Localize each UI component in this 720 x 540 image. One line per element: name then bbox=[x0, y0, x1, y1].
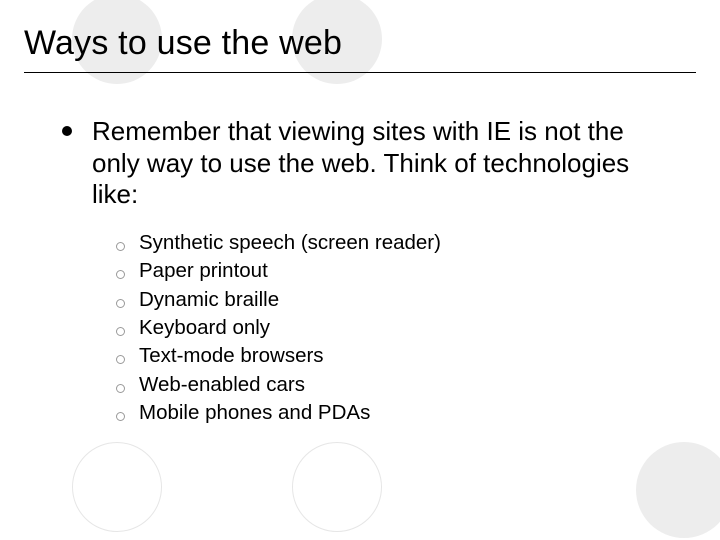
list-item: Paper printout bbox=[116, 257, 678, 285]
list-item: Dynamic braille bbox=[116, 286, 678, 314]
slide-title: Ways to use the web bbox=[24, 24, 342, 63]
decorative-circle bbox=[292, 442, 382, 532]
list-item: Text-mode browsers bbox=[116, 342, 678, 370]
list-item: Synthetic speech (screen reader) bbox=[116, 229, 678, 257]
title-underline bbox=[24, 72, 696, 73]
circle-bullet-icon bbox=[116, 327, 125, 336]
list-item-text: Mobile phones and PDAs bbox=[139, 399, 370, 427]
sub-list: Synthetic speech (screen reader) Paper p… bbox=[116, 229, 678, 427]
circle-bullet-icon bbox=[116, 299, 125, 308]
list-item-text: Text-mode browsers bbox=[139, 342, 324, 370]
circle-bullet-icon bbox=[116, 412, 125, 421]
list-item: Keyboard only bbox=[116, 314, 678, 342]
circle-bullet-icon bbox=[116, 270, 125, 279]
list-item-text: Paper printout bbox=[139, 257, 268, 285]
list-item-text: Synthetic speech (screen reader) bbox=[139, 229, 441, 257]
intro-text: Remember that viewing sites with IE is n… bbox=[92, 116, 678, 211]
slide-body: Remember that viewing sites with IE is n… bbox=[62, 116, 678, 427]
list-item: Mobile phones and PDAs bbox=[116, 399, 678, 427]
list-item: Web-enabled cars bbox=[116, 371, 678, 399]
circle-bullet-icon bbox=[116, 355, 125, 364]
decorative-circle bbox=[636, 442, 720, 538]
disc-bullet-icon bbox=[62, 126, 72, 136]
list-item-text: Dynamic braille bbox=[139, 286, 279, 314]
list-item-text: Web-enabled cars bbox=[139, 371, 305, 399]
circle-bullet-icon bbox=[116, 384, 125, 393]
list-item-text: Keyboard only bbox=[139, 314, 270, 342]
decorative-circle bbox=[72, 442, 162, 532]
bullet-level-1: Remember that viewing sites with IE is n… bbox=[62, 116, 678, 211]
circle-bullet-icon bbox=[116, 242, 125, 251]
